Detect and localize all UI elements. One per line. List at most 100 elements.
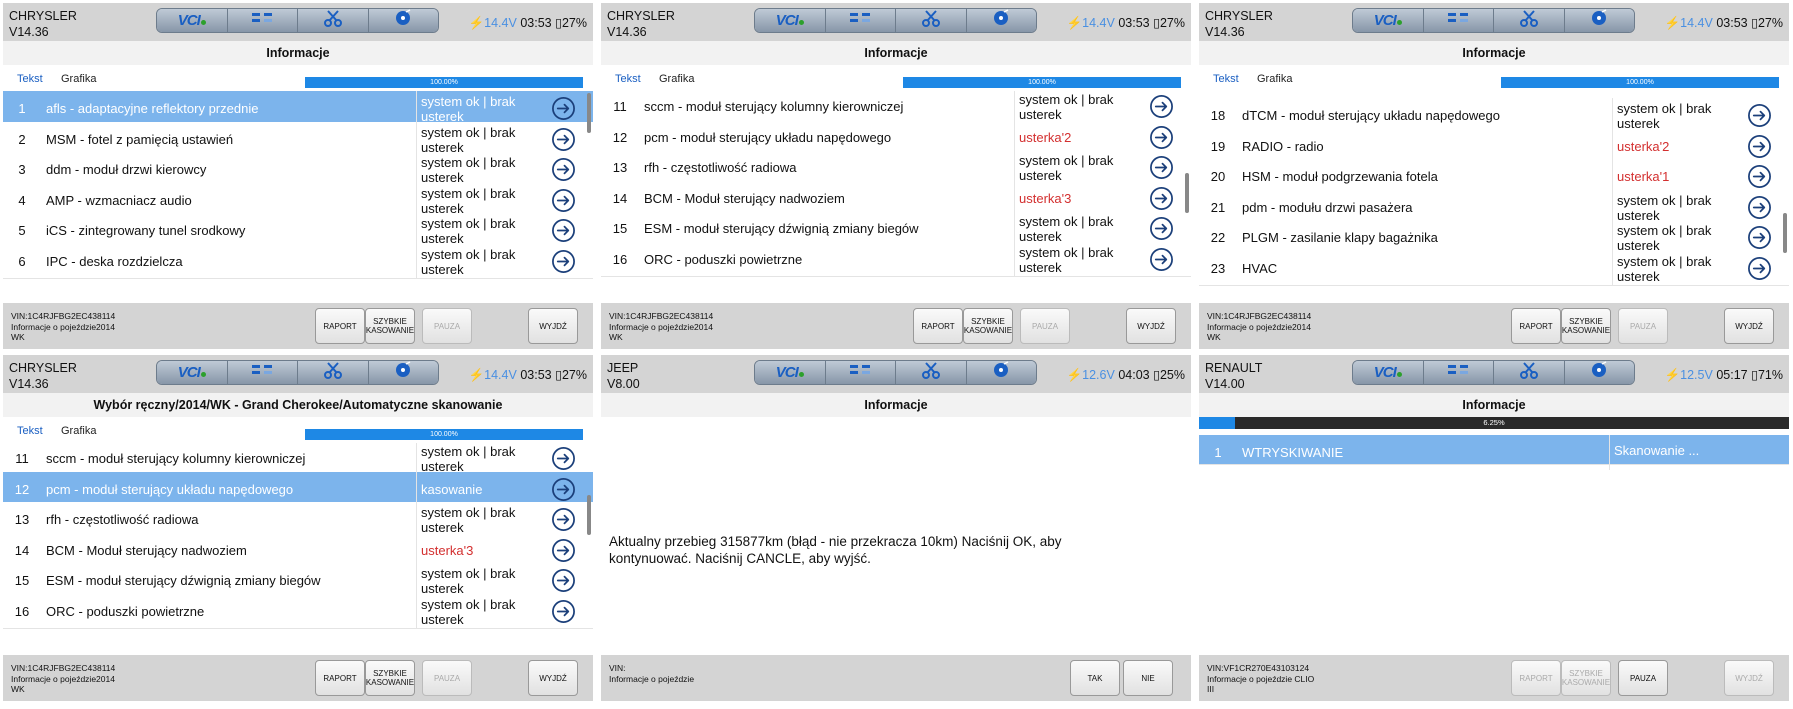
footer-button[interactable]: PAUZA [1618, 660, 1668, 696]
toolbar-button[interactable] [1494, 361, 1565, 384]
toolbar-button[interactable] [1564, 9, 1634, 32]
footer-button[interactable]: WYJDŹ [528, 308, 578, 344]
toolbar-button[interactable] [966, 361, 1036, 384]
table-row[interactable]: 1 WTRYSKIWANIE Skanowanie ... [1199, 435, 1789, 470]
module-status: system ok | brak usterek [421, 444, 516, 474]
toolbar-button[interactable] [227, 361, 298, 384]
tab-graphics[interactable]: Grafika [61, 73, 96, 85]
row-number: 1 [1214, 445, 1222, 460]
arrow-right-icon[interactable] [1149, 186, 1174, 211]
toolbar-button[interactable]: VCI [157, 361, 228, 384]
footer-button[interactable]: WYJDŹ [528, 660, 578, 696]
toolbar-button[interactable] [368, 361, 438, 384]
tab-text[interactable]: Tekst [615, 73, 641, 85]
arrow-right-icon[interactable] [1747, 225, 1772, 250]
toolbar-button[interactable] [966, 9, 1036, 32]
footer-button[interactable]: RAPORT [1511, 308, 1561, 344]
tab-graphics[interactable]: Grafika [659, 73, 694, 85]
module-name: pcm - moduł sterujący układu napędowego [46, 481, 294, 497]
toolbar-button[interactable] [896, 9, 967, 32]
scissors-icon [323, 9, 342, 32]
software-version: V14.00 [1205, 377, 1245, 391]
arrow-right-icon[interactable] [1747, 164, 1772, 189]
toolbar-button[interactable] [1423, 361, 1494, 384]
module-name: afls - adaptacyjne reflektory przednie [46, 101, 259, 116]
toolbar-button[interactable] [825, 9, 896, 32]
tab-graphics[interactable]: Grafika [61, 425, 96, 437]
row-number: 14 [612, 190, 628, 206]
arrow-right-icon[interactable] [551, 507, 576, 532]
arrow-right-icon[interactable] [551, 477, 576, 502]
arrow-right-icon[interactable] [551, 446, 576, 471]
toolbar-button[interactable] [298, 361, 369, 384]
arrow-right-icon[interactable] [1747, 256, 1772, 281]
tab-text[interactable]: Tekst [17, 73, 43, 85]
tab-graphics[interactable]: Grafika [1257, 73, 1292, 85]
tab-text[interactable]: Tekst [1213, 73, 1239, 85]
toolbar-button[interactable] [298, 9, 369, 32]
disc-icon [992, 9, 1010, 32]
brand-name: CHRYSLER [9, 361, 77, 375]
arrow-right-icon[interactable] [1747, 195, 1772, 220]
toolbar: VCI [1352, 8, 1635, 33]
arrow-right-icon[interactable] [551, 599, 576, 624]
table-row[interactable]: 16 ORC - poduszki powietrzne system ok | b… [3, 593, 593, 629]
footer-bar: VIN: Informacje o pojeździe TAK NIE [601, 655, 1191, 701]
arrow-right-icon[interactable] [551, 188, 576, 213]
scrollbar[interactable] [587, 93, 591, 133]
status-area: ⚡12.5V 05:17 ▯71% [1665, 367, 1783, 383]
toolbar-button[interactable] [368, 9, 438, 32]
toolbar-button[interactable]: VCI [755, 361, 826, 384]
table-row[interactable]: 16 ORC - poduszki powietrzne system ok | b… [601, 241, 1191, 277]
arrow-right-icon[interactable] [1149, 216, 1174, 241]
footer-button[interactable]: SZYBKIE KASOWANIE [1561, 308, 1611, 344]
toolbar-button[interactable] [1423, 9, 1494, 32]
footer-button[interactable]: TAK [1070, 660, 1120, 696]
toolbar-button[interactable]: VCI [1353, 9, 1424, 32]
arrow-right-icon[interactable] [551, 218, 576, 243]
footer-button[interactable]: SZYBKIE KASOWANIE [365, 660, 415, 696]
footer-button: WYJDŹ [1724, 660, 1774, 696]
arrow-right-icon[interactable] [1747, 103, 1772, 128]
voltage-value: 14.4V [484, 16, 517, 30]
arrow-right-icon[interactable] [551, 538, 576, 563]
footer-button[interactable]: SZYBKIE KASOWANIE [365, 308, 415, 344]
arrow-right-icon[interactable] [551, 157, 576, 182]
module-list: 1 WTRYSKIWANIE Skanowanie ... [1199, 435, 1789, 647]
arrow-right-icon[interactable] [1149, 94, 1174, 119]
arrow-right-icon[interactable] [551, 96, 576, 121]
arrow-right-icon[interactable] [551, 127, 576, 152]
scrollbar[interactable] [587, 495, 591, 535]
toolbar-button[interactable]: VCI [755, 9, 826, 32]
footer-button[interactable]: RAPORT [913, 308, 963, 344]
toolbar-button[interactable] [1494, 9, 1565, 32]
arrow-right-icon[interactable] [1149, 125, 1174, 150]
footer-button[interactable]: RAPORT [315, 308, 365, 344]
toolbar-button[interactable] [896, 361, 967, 384]
table-row[interactable]: 23 HVAC system ok | brak usterek [1199, 250, 1789, 286]
module-name: rfh - częstotliwość radiowa [46, 512, 199, 527]
arrow-right-icon[interactable] [1149, 247, 1174, 272]
table-row[interactable]: 6 IPC - deska rozdzielcza system ok | brak… [3, 243, 593, 279]
row-number: 14 [14, 542, 30, 558]
arrow-right-icon[interactable] [1149, 155, 1174, 180]
vin: VIN:1C4RJFBG2EC438114 [11, 663, 116, 673]
tab-text[interactable]: Tekst [17, 425, 43, 437]
scrollbar[interactable] [1185, 173, 1189, 213]
toolbar-button[interactable] [1564, 361, 1634, 384]
footer-button[interactable]: WYJDŹ [1724, 308, 1774, 344]
toolbar-button[interactable]: VCI [1353, 361, 1424, 384]
footer-button[interactable]: NIE [1123, 660, 1173, 696]
toolbar-button[interactable]: VCI [157, 9, 228, 32]
row-number: 6 [18, 253, 26, 269]
arrow-right-icon[interactable] [1747, 134, 1772, 159]
scrollbar[interactable] [1783, 213, 1787, 253]
footer-button[interactable]: WYJDŹ [1126, 308, 1176, 344]
arrow-right-icon[interactable] [551, 249, 576, 274]
voltage-icon: ⚡ [1066, 16, 1083, 30]
arrow-right-icon[interactable] [551, 568, 576, 593]
footer-button[interactable]: SZYBKIE KASOWANIE [963, 308, 1013, 344]
footer-button[interactable]: RAPORT [315, 660, 365, 696]
toolbar-button[interactable] [227, 9, 298, 32]
toolbar-button[interactable] [825, 361, 896, 384]
